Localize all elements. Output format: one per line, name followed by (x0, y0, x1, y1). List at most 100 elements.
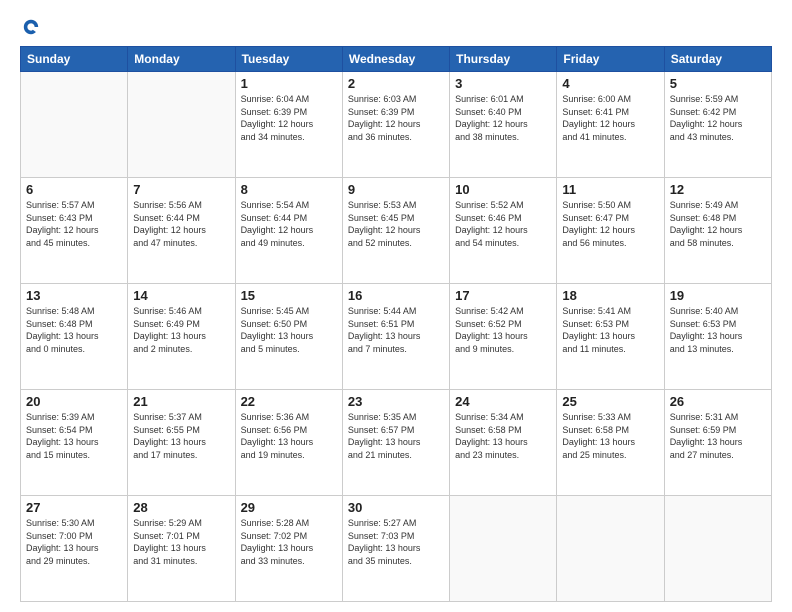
week-row-1: 1Sunrise: 6:04 AM Sunset: 6:39 PM Daylig… (21, 72, 772, 178)
calendar-cell (664, 496, 771, 602)
day-info: Sunrise: 5:28 AM Sunset: 7:02 PM Dayligh… (241, 517, 337, 567)
day-number: 20 (26, 394, 122, 409)
week-row-4: 20 Sunrise: 5:39 AM Sunset: 6:54 PM Dayli… (21, 390, 772, 496)
day-number: 7 (133, 182, 229, 197)
day-info: Sunrise: 5:30 AM Sunset: 7:00 PM Dayligh… (26, 517, 122, 567)
weekday-header-friday: Friday (557, 47, 664, 72)
calendar-cell (128, 72, 235, 178)
calendar-cell: 21 Sunrise: 5:37 AM Sunset: 6:55 PM Dayli… (128, 390, 235, 496)
calendar-cell: 7 Sunrise: 5:56 AM Sunset: 6:44 PM Daylig… (128, 178, 235, 284)
day-number: 18 (562, 288, 658, 303)
calendar-cell: 17 Sunrise: 5:42 AM Sunset: 6:52 PM Dayli… (450, 284, 557, 390)
day-number: 2 (348, 76, 444, 91)
day-info: Sunrise: 5:50 AM Sunset: 6:47 PM Dayligh… (562, 199, 658, 249)
calendar-cell: 22Sunrise: 5:36 AM Sunset: 6:56 PM Dayli… (235, 390, 342, 496)
day-info: Sunrise: 5:57 AM Sunset: 6:43 PM Dayligh… (26, 199, 122, 249)
calendar-cell: 16Sunrise: 5:44 AM Sunset: 6:51 PM Dayli… (342, 284, 449, 390)
day-number: 25 (562, 394, 658, 409)
weekday-header-row: SundayMondayTuesdayWednesdayThursdayFrid… (21, 47, 772, 72)
week-row-3: 13 Sunrise: 5:48 AM Sunset: 6:48 PM Dayli… (21, 284, 772, 390)
calendar-cell: 14Sunrise: 5:46 AM Sunset: 6:49 PM Dayli… (128, 284, 235, 390)
day-number: 29 (241, 500, 337, 515)
day-number: 15 (241, 288, 337, 303)
calendar-cell: 12 Sunrise: 5:49 AM Sunset: 6:48 PM Dayli… (664, 178, 771, 284)
calendar-cell: 24 Sunrise: 5:34 AM Sunset: 6:58 PM Dayli… (450, 390, 557, 496)
calendar-cell: 2 Sunrise: 6:03 AM Sunset: 6:39 PM Daylig… (342, 72, 449, 178)
weekday-header-saturday: Saturday (664, 47, 771, 72)
calendar-cell: 15 Sunrise: 5:45 AM Sunset: 6:50 PM Dayli… (235, 284, 342, 390)
weekday-header-thursday: Thursday (450, 47, 557, 72)
day-number: 21 (133, 394, 229, 409)
day-info: Sunrise: 6:03 AM Sunset: 6:39 PM Dayligh… (348, 93, 444, 143)
calendar-cell: 19Sunrise: 5:40 AM Sunset: 6:53 PM Dayli… (664, 284, 771, 390)
week-row-5: 27Sunrise: 5:30 AM Sunset: 7:00 PM Dayli… (21, 496, 772, 602)
day-info: Sunrise: 5:52 AM Sunset: 6:46 PM Dayligh… (455, 199, 551, 249)
day-info: Sunrise: 5:45 AM Sunset: 6:50 PM Dayligh… (241, 305, 337, 355)
day-number: 17 (455, 288, 551, 303)
calendar-cell: 20 Sunrise: 5:39 AM Sunset: 6:54 PM Dayli… (21, 390, 128, 496)
day-info: Sunrise: 6:00 AM Sunset: 6:41 PM Dayligh… (562, 93, 658, 143)
day-info: Sunrise: 5:34 AM Sunset: 6:58 PM Dayligh… (455, 411, 551, 461)
day-info: Sunrise: 5:29 AM Sunset: 7:01 PM Dayligh… (133, 517, 229, 567)
day-number: 11 (562, 182, 658, 197)
day-info: Sunrise: 5:49 AM Sunset: 6:48 PM Dayligh… (670, 199, 766, 249)
day-info: Sunrise: 5:53 AM Sunset: 6:45 PM Dayligh… (348, 199, 444, 249)
calendar-cell (450, 496, 557, 602)
day-number: 26 (670, 394, 766, 409)
logo (20, 18, 40, 36)
day-number: 9 (348, 182, 444, 197)
day-info: Sunrise: 5:35 AM Sunset: 6:57 PM Dayligh… (348, 411, 444, 461)
day-info: Sunrise: 5:41 AM Sunset: 6:53 PM Dayligh… (562, 305, 658, 355)
day-number: 13 (26, 288, 122, 303)
day-info: Sunrise: 5:56 AM Sunset: 6:44 PM Dayligh… (133, 199, 229, 249)
day-number: 6 (26, 182, 122, 197)
calendar-cell: 18 Sunrise: 5:41 AM Sunset: 6:53 PM Dayli… (557, 284, 664, 390)
calendar-cell: 3 Sunrise: 6:01 AM Sunset: 6:40 PM Daylig… (450, 72, 557, 178)
calendar-cell: 25 Sunrise: 5:33 AM Sunset: 6:58 PM Dayli… (557, 390, 664, 496)
calendar-cell: 9 Sunrise: 5:53 AM Sunset: 6:45 PM Daylig… (342, 178, 449, 284)
calendar-cell (557, 496, 664, 602)
calendar-cell: 27Sunrise: 5:30 AM Sunset: 7:00 PM Dayli… (21, 496, 128, 602)
day-number: 10 (455, 182, 551, 197)
weekday-header-monday: Monday (128, 47, 235, 72)
weekday-header-tuesday: Tuesday (235, 47, 342, 72)
day-number: 22 (241, 394, 337, 409)
calendar-cell: 1Sunrise: 6:04 AM Sunset: 6:39 PM Daylig… (235, 72, 342, 178)
calendar-cell: 29 Sunrise: 5:28 AM Sunset: 7:02 PM Dayli… (235, 496, 342, 602)
day-info: Sunrise: 5:42 AM Sunset: 6:52 PM Dayligh… (455, 305, 551, 355)
day-number: 8 (241, 182, 337, 197)
day-info: Sunrise: 5:27 AM Sunset: 7:03 PM Dayligh… (348, 517, 444, 567)
day-info: Sunrise: 5:44 AM Sunset: 6:51 PM Dayligh… (348, 305, 444, 355)
day-number: 5 (670, 76, 766, 91)
calendar-cell: 30 Sunrise: 5:27 AM Sunset: 7:03 PM Dayli… (342, 496, 449, 602)
day-number: 30 (348, 500, 444, 515)
weekday-header-sunday: Sunday (21, 47, 128, 72)
page: SundayMondayTuesdayWednesdayThursdayFrid… (0, 0, 792, 612)
day-info: Sunrise: 6:01 AM Sunset: 6:40 PM Dayligh… (455, 93, 551, 143)
day-info: Sunrise: 5:31 AM Sunset: 6:59 PM Dayligh… (670, 411, 766, 461)
calendar-cell: 13 Sunrise: 5:48 AM Sunset: 6:48 PM Dayli… (21, 284, 128, 390)
day-number: 4 (562, 76, 658, 91)
calendar-cell (21, 72, 128, 178)
day-number: 12 (670, 182, 766, 197)
calendar-cell: 6 Sunrise: 5:57 AM Sunset: 6:43 PM Daylig… (21, 178, 128, 284)
day-info: Sunrise: 5:33 AM Sunset: 6:58 PM Dayligh… (562, 411, 658, 461)
day-info: Sunrise: 5:37 AM Sunset: 6:55 PM Dayligh… (133, 411, 229, 461)
day-number: 23 (348, 394, 444, 409)
calendar-cell: 26 Sunrise: 5:31 AM Sunset: 6:59 PM Dayli… (664, 390, 771, 496)
day-number: 3 (455, 76, 551, 91)
calendar-cell: 8 Sunrise: 5:54 AM Sunset: 6:44 PM Daylig… (235, 178, 342, 284)
calendar-cell: 11 Sunrise: 5:50 AM Sunset: 6:47 PM Dayli… (557, 178, 664, 284)
day-info: Sunrise: 5:59 AM Sunset: 6:42 PM Dayligh… (670, 93, 766, 143)
calendar-cell: 4 Sunrise: 6:00 AM Sunset: 6:41 PM Daylig… (557, 72, 664, 178)
calendar-table: SundayMondayTuesdayWednesdayThursdayFrid… (20, 46, 772, 602)
day-number: 1 (241, 76, 337, 91)
day-info: Sunrise: 5:48 AM Sunset: 6:48 PM Dayligh… (26, 305, 122, 355)
day-number: 24 (455, 394, 551, 409)
day-info: Sunrise: 5:46 AM Sunset: 6:49 PM Dayligh… (133, 305, 229, 355)
day-info: Sunrise: 5:54 AM Sunset: 6:44 PM Dayligh… (241, 199, 337, 249)
calendar-cell: 28 Sunrise: 5:29 AM Sunset: 7:01 PM Dayli… (128, 496, 235, 602)
day-number: 19 (670, 288, 766, 303)
day-info: Sunrise: 5:39 AM Sunset: 6:54 PM Dayligh… (26, 411, 122, 461)
day-number: 28 (133, 500, 229, 515)
